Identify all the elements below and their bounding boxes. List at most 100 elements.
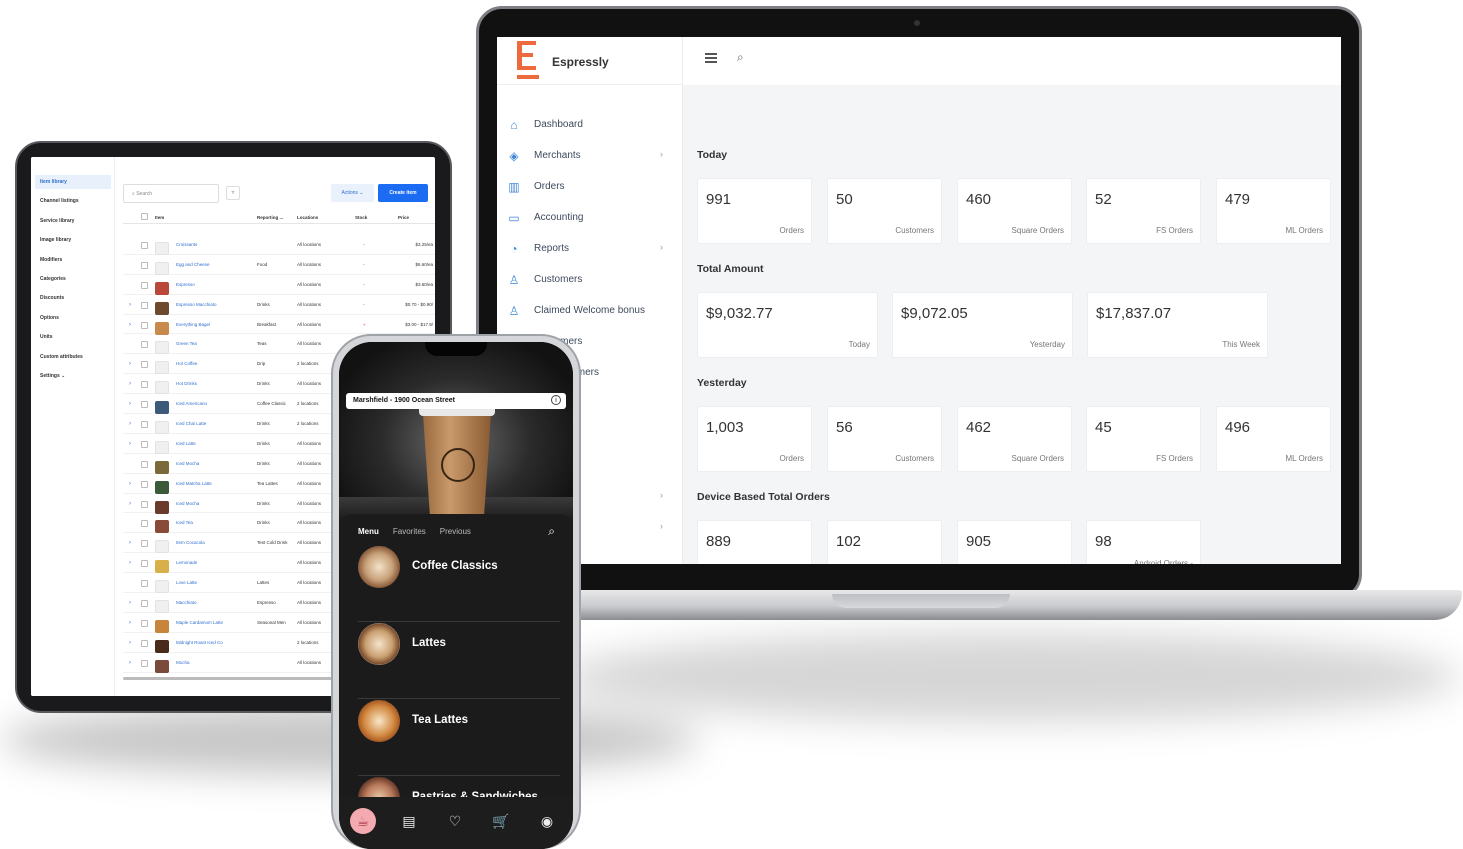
- item-name-link[interactable]: Iced Latte: [176, 441, 196, 446]
- column-header[interactable]: Stock: [355, 215, 367, 220]
- nav-item[interactable]: ⌂ Dashboard: [497, 109, 683, 140]
- item-name-link[interactable]: Everything Bagel: [176, 322, 210, 327]
- search-input[interactable]: ⌕ Search: [123, 184, 219, 203]
- expand-chevron-icon[interactable]: ›: [129, 302, 131, 308]
- sidebar-item[interactable]: Units: [35, 330, 111, 344]
- sidebar-item[interactable]: Channel listings: [35, 194, 111, 208]
- row-checkbox[interactable]: [141, 659, 148, 667]
- category-item[interactable]: Coffee Classics: [358, 546, 560, 622]
- tab-favorites[interactable]: Favorites: [393, 527, 426, 536]
- row-checkbox[interactable]: [141, 261, 148, 269]
- expand-chevron-icon[interactable]: ›: [129, 381, 131, 387]
- nav-item[interactable]: ▭ Accounting: [497, 202, 683, 233]
- sidebar-item[interactable]: Settings ⌄: [35, 369, 111, 383]
- row-checkbox[interactable]: [141, 580, 148, 588]
- row-checkbox[interactable]: [141, 500, 148, 508]
- nav-item[interactable]: ♙ Customers: [497, 264, 683, 295]
- item-name-link[interactable]: Iced Chai Latte: [176, 421, 206, 426]
- expand-chevron-icon[interactable]: ›: [129, 421, 131, 427]
- horizontal-scrollbar[interactable]: [123, 677, 333, 680]
- info-icon[interactable]: i: [551, 395, 561, 405]
- row-checkbox[interactable]: [141, 460, 148, 468]
- expand-chevron-icon[interactable]: ›: [129, 441, 131, 447]
- row-checkbox[interactable]: [141, 361, 148, 369]
- cup-icon[interactable]: ☕: [350, 808, 376, 834]
- menu-icon[interactable]: [705, 53, 717, 63]
- item-name-link[interactable]: Macchiato: [176, 600, 197, 605]
- item-name-link[interactable]: Green Tea: [176, 341, 197, 346]
- row-checkbox[interactable]: [141, 600, 148, 608]
- expand-chevron-icon[interactable]: ›: [129, 600, 131, 606]
- tab-menu[interactable]: Menu: [358, 527, 379, 536]
- expand-chevron-icon[interactable]: ›: [129, 660, 131, 666]
- row-checkbox[interactable]: [141, 480, 148, 488]
- category-item[interactable]: Tea Lattes: [358, 700, 560, 776]
- nav-item[interactable]: ♙ Claimed Welcome bonus: [497, 295, 683, 326]
- item-name-link[interactable]: Hot Drinks: [176, 381, 197, 386]
- nav-item[interactable]: ◈ Merchants ›: [497, 140, 683, 171]
- expand-chevron-icon[interactable]: ›: [129, 540, 131, 546]
- column-header[interactable]: Reporting ...: [257, 215, 283, 220]
- item-name-link[interactable]: Iced Americano: [176, 401, 207, 406]
- row-checkbox[interactable]: [141, 341, 148, 349]
- row-checkbox[interactable]: [141, 301, 148, 309]
- table-row[interactable]: Croissants All locations - $3.25/ea: [123, 235, 435, 255]
- item-name-link[interactable]: Hot Coffee: [176, 361, 197, 366]
- item-name-link[interactable]: Croissants: [176, 242, 197, 247]
- create-item-button[interactable]: Create item: [378, 184, 428, 202]
- item-name-link[interactable]: Espresso Macchiato: [176, 302, 217, 307]
- row-checkbox[interactable]: [141, 321, 148, 329]
- receipt-icon[interactable]: ▤: [396, 808, 422, 834]
- item-name-link[interactable]: Iced Mocha: [176, 501, 199, 506]
- item-name-link[interactable]: Iced Mocha: [176, 461, 199, 466]
- row-checkbox[interactable]: [141, 401, 148, 409]
- item-name-link[interactable]: Maple Cardamom Latte: [176, 620, 223, 625]
- column-header[interactable]: Item: [155, 215, 164, 220]
- table-row[interactable]: Espresso All locations - $3.60/ea: [123, 275, 435, 295]
- expand-chevron-icon[interactable]: ›: [129, 361, 131, 367]
- cart-icon[interactable]: 🛒: [488, 808, 514, 834]
- row-checkbox[interactable]: [141, 281, 148, 289]
- row-checkbox[interactable]: [141, 540, 148, 548]
- item-name-link[interactable]: Iced Tea: [176, 520, 193, 525]
- row-checkbox[interactable]: [141, 520, 148, 528]
- sidebar-item[interactable]: Discounts: [35, 291, 111, 305]
- category-item[interactable]: Lattes: [358, 623, 560, 699]
- expand-chevron-icon[interactable]: ›: [129, 481, 131, 487]
- item-name-link[interactable]: Espresso: [176, 282, 195, 287]
- sidebar-item[interactable]: Service library: [35, 214, 111, 228]
- sidebar-item[interactable]: Options: [35, 311, 111, 325]
- sidebar-item[interactable]: Categories: [35, 272, 111, 286]
- actions-button[interactable]: Actions ⌄: [331, 184, 374, 202]
- row-checkbox[interactable]: [141, 560, 148, 568]
- profile-icon[interactable]: ◉: [534, 808, 560, 834]
- expand-chevron-icon[interactable]: ›: [129, 322, 131, 328]
- item-name-link[interactable]: Iced Matcha Latte: [176, 481, 212, 486]
- row-checkbox[interactable]: [141, 381, 148, 389]
- table-row[interactable]: › Everything Bagel Breakfast All locations ●…: [123, 315, 435, 335]
- filter-icon[interactable]: ▿: [226, 186, 240, 200]
- table-row[interactable]: Egg and Cheese Food All locations - $6.60/ea: [123, 255, 435, 275]
- nav-item[interactable]: ◔ Reports ›: [497, 233, 683, 264]
- expand-chevron-icon[interactable]: ›: [129, 401, 131, 407]
- sidebar-item[interactable]: Custom attributes: [35, 350, 111, 364]
- sidebar-item[interactable]: Image library: [35, 233, 111, 247]
- row-checkbox[interactable]: [141, 440, 148, 448]
- item-name-link[interactable]: Egg and Cheese: [176, 262, 210, 267]
- tab-previous[interactable]: Previous: [440, 527, 471, 536]
- item-name-link[interactable]: Lemonade: [176, 560, 197, 565]
- sidebar-item[interactable]: Modifiers: [35, 253, 111, 267]
- expand-chevron-icon[interactable]: ›: [129, 560, 131, 566]
- table-row[interactable]: › Espresso Macchiato Drinks All locations - $…: [123, 295, 435, 315]
- search-icon[interactable]: ⌕: [548, 524, 555, 539]
- item-name-link[interactable]: Item Cocacola: [176, 540, 205, 545]
- expand-chevron-icon[interactable]: ›: [129, 501, 131, 507]
- expand-chevron-icon[interactable]: ›: [129, 620, 131, 626]
- heart-icon[interactable]: ♡: [442, 808, 468, 834]
- item-name-link[interactable]: Love Latte: [176, 580, 197, 585]
- row-checkbox[interactable]: [141, 421, 148, 429]
- item-name-link[interactable]: Mocha: [176, 660, 190, 665]
- row-checkbox[interactable]: [141, 639, 148, 647]
- nav-item[interactable]: ▥ Orders: [497, 171, 683, 202]
- expand-chevron-icon[interactable]: ›: [129, 640, 131, 646]
